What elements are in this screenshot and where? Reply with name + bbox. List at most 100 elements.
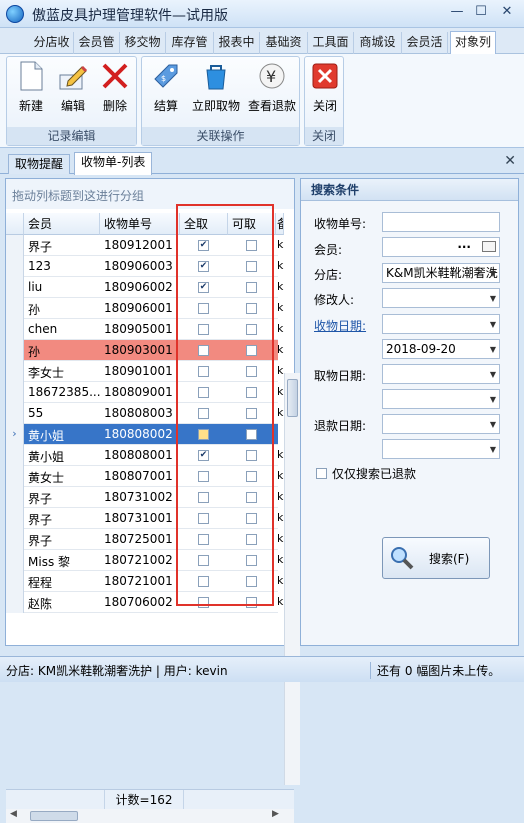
refund-date-to[interactable]: ▼ [382,439,500,459]
minimize-icon[interactable]: — [446,4,468,22]
can-pick-checkbox[interactable] [246,387,257,398]
menu-tab[interactable]: 会员管 [74,32,120,54]
receive-date-link[interactable]: 收物日期: [314,317,366,334]
all-picked-checkbox[interactable] [198,576,209,587]
all-picked-checkbox[interactable] [198,366,209,377]
table-row[interactable]: 赵陈 180706002 k [6,592,283,613]
view-refund-button[interactable]: ¥ 查看退款 [248,61,296,121]
column-header-can-pick[interactable]: 可取 [228,213,276,235]
receive-date-from[interactable]: ▼ [382,314,500,334]
delete-button[interactable]: 删除 [93,61,137,121]
can-pick-checkbox[interactable] [246,366,257,377]
row-indicator[interactable] [6,487,24,508]
row-indicator[interactable] [6,550,24,571]
tab-order-list[interactable]: 收物单-列表 [74,152,153,175]
menu-tab[interactable]: 工具面 [308,32,354,54]
table-row[interactable]: chen 180905001 k [6,319,283,340]
row-indicator[interactable] [6,319,24,340]
receive-date-to[interactable]: 2018-09-20 ▼ [382,339,500,359]
table-row[interactable]: 123 180906003 ✔ k [6,256,283,277]
scroll-left-icon[interactable]: ◀ [10,809,17,819]
table-row[interactable]: 界子 180725001 k [6,529,283,550]
can-pick-checkbox[interactable] [246,576,257,587]
all-picked-checkbox[interactable] [198,324,209,335]
scroll-right-icon[interactable]: ▶ [272,809,279,819]
can-pick-checkbox[interactable] [246,324,257,335]
can-pick-checkbox[interactable] [246,429,257,440]
dropdown-arrow-icon[interactable]: ▼ [490,441,496,458]
pickup-date-to[interactable]: ▼ [382,389,500,409]
settle-button[interactable]: $ 结算 [144,61,188,121]
menu-tab[interactable]: 基础资 [260,32,308,54]
can-pick-checkbox[interactable] [246,555,257,566]
table-row[interactable]: › 黄小姐 180808002 k [6,424,283,445]
can-pick-checkbox[interactable] [246,261,257,272]
dropdown-arrow-icon[interactable]: ▼ [490,366,496,383]
row-indicator[interactable] [6,298,24,319]
order-no-input[interactable] [382,212,500,232]
all-picked-checkbox[interactable] [198,303,209,314]
all-picked-checkbox[interactable]: ✔ [198,261,209,272]
member-input[interactable]: ··· [382,237,500,257]
column-header-all-picked[interactable]: 全取 [180,213,228,235]
can-pick-checkbox[interactable] [246,345,257,356]
member-lookup-icon[interactable]: ··· [457,238,471,256]
dropdown-arrow-icon[interactable]: ▼ [490,341,496,358]
tab-pickup-reminder[interactable]: 取物提醒 [8,154,71,174]
menu-tab-active[interactable]: 对象列 [450,31,496,55]
table-row[interactable]: 界子 180912001 ✔ k [6,235,283,256]
table-row[interactable]: 孙 180903001 k [6,340,283,361]
row-indicator[interactable] [6,235,24,256]
row-indicator[interactable] [6,256,24,277]
row-indicator[interactable] [6,340,24,361]
can-pick-checkbox[interactable] [246,282,257,293]
all-picked-checkbox[interactable] [198,534,209,545]
close-button[interactable]: 关闭 [303,61,347,121]
member-card-icon[interactable] [482,241,496,252]
table-row[interactable]: liu 180906002 ✔ k [6,277,283,298]
all-picked-checkbox[interactable] [198,513,209,524]
row-indicator[interactable]: › [6,424,24,445]
dropdown-arrow-icon[interactable]: ▼ [490,391,496,408]
pickup-now-button[interactable]: 立即取物 [192,61,240,121]
table-row[interactable]: 程程 180721001 k [6,571,283,592]
row-indicator[interactable] [6,571,24,592]
can-pick-checkbox[interactable] [246,534,257,545]
row-indicator[interactable] [6,445,24,466]
dropdown-arrow-icon[interactable]: ▼ [490,316,496,333]
all-picked-checkbox[interactable] [198,597,209,608]
row-indicator[interactable] [6,529,24,550]
menu-tab[interactable]: 商城设 [354,32,402,54]
maximize-icon[interactable]: ☐ [470,4,492,22]
close-tab-icon[interactable]: ✕ [504,153,516,169]
can-pick-checkbox[interactable] [246,471,257,482]
row-indicator[interactable] [6,361,24,382]
can-pick-checkbox[interactable] [246,597,257,608]
table-row[interactable]: 界子 180731001 k [6,508,283,529]
table-row[interactable]: 李女士 180901001 k [6,361,283,382]
can-pick-checkbox[interactable] [246,240,257,251]
new-button[interactable]: 新建 [9,61,53,121]
table-row[interactable]: 孙 180906001 k [6,298,283,319]
all-picked-checkbox[interactable] [198,492,209,503]
row-indicator[interactable] [6,277,24,298]
column-header-note[interactable]: 备 [276,213,284,235]
close-icon[interactable]: ✕ [496,4,518,22]
modifier-select[interactable]: ▼ [382,288,500,308]
row-indicator[interactable] [6,466,24,487]
all-picked-checkbox[interactable] [198,471,209,482]
dropdown-arrow-icon[interactable]: ▼ [490,290,496,307]
table-row[interactable]: 黄女士 180807001 k [6,466,283,487]
table-row[interactable]: 界子 180731002 k [6,487,283,508]
row-indicator[interactable] [6,508,24,529]
menu-tab[interactable]: 分店收 [30,32,74,54]
column-header-member[interactable]: 会员 [24,213,100,235]
can-pick-checkbox[interactable] [246,408,257,419]
scroll-thumb[interactable] [287,379,298,417]
table-row[interactable]: 黄小姐 180808001 ✔ k [6,445,283,466]
column-header-order-no[interactable]: 收物单号 [100,213,180,235]
all-picked-checkbox[interactable]: ✔ [198,240,209,251]
table-row[interactable]: 55 180808003 k [6,403,283,424]
row-indicator[interactable] [6,403,24,424]
can-pick-checkbox[interactable] [246,450,257,461]
